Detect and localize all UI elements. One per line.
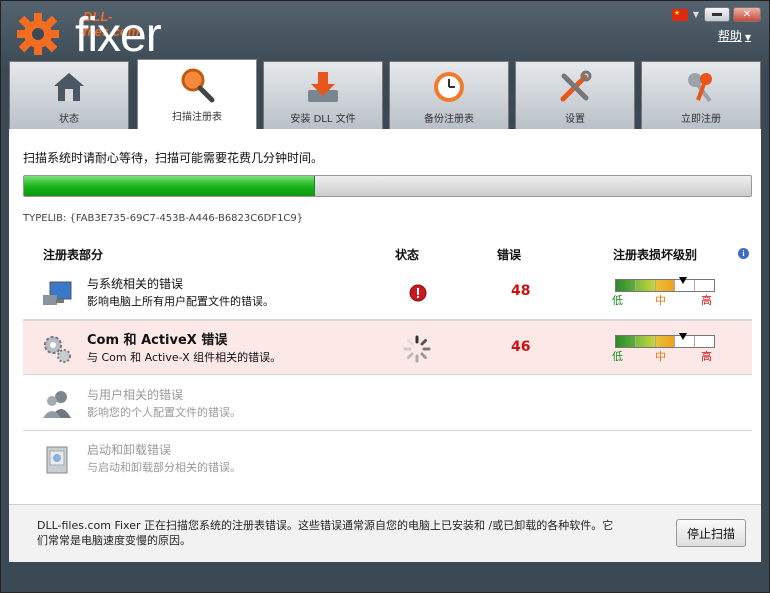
table-row-com-activex-errors[interactable]: Com 和 ActiveX 错误 与 Com 和 Active-X 组件相关的错… bbox=[23, 320, 752, 375]
tab-backup-registry[interactable]: 备份注册表 bbox=[389, 61, 509, 129]
header-section: 注册表部分 bbox=[43, 248, 104, 262]
magnifier-icon bbox=[178, 66, 216, 104]
current-scan-item: TYPELIB: {FAB3E735-69C7-453B-A446-B6823C… bbox=[23, 213, 304, 224]
table-header: 注册表部分 状态 错误 注册表损坏级别 i bbox=[23, 243, 752, 265]
tab-install-dll[interactable]: 安装 DLL 文件 bbox=[263, 61, 383, 129]
severity-meter: 低 中 高 bbox=[612, 333, 715, 363]
gear-logo-icon bbox=[17, 13, 59, 55]
scan-progress-bar bbox=[23, 175, 752, 197]
close-button[interactable]: ✕ bbox=[733, 7, 761, 22]
keys-icon bbox=[682, 68, 720, 106]
tab-label: 扫描注册表 bbox=[172, 112, 222, 123]
severity-marker bbox=[678, 277, 687, 284]
row-title: 与用户相关的错误 bbox=[87, 388, 184, 402]
tab-bar: 状态 扫描注册表 安装 DLL 文件 备份注册表 设置 立即注册 bbox=[9, 59, 761, 131]
table-row-startup-uninstall-errors[interactable]: 启动和卸载错误 与启动和卸载部分相关的错误。 bbox=[23, 431, 752, 486]
table-row-user-errors[interactable]: 与用户相关的错误 影响您的个人配置文件的错误。 bbox=[23, 376, 752, 431]
spinner-icon bbox=[403, 335, 431, 363]
label-mid: 中 bbox=[655, 350, 666, 363]
tab-label: 备份注册表 bbox=[424, 114, 474, 125]
row-description: 影响电脑上所有用户配置文件的错误。 bbox=[87, 295, 274, 308]
label-low: 低 bbox=[612, 294, 623, 307]
users-icon bbox=[43, 391, 71, 418]
tab-label: 设置 bbox=[565, 114, 585, 125]
footer-description: DLL-files.com Fixer 正在扫描您系统的注册表错误。这些错误通常… bbox=[37, 519, 614, 547]
tab-status[interactable]: 状态 bbox=[9, 61, 129, 129]
severity-marker bbox=[678, 333, 687, 340]
label-low: 低 bbox=[612, 350, 623, 363]
minimize-button[interactable] bbox=[704, 7, 730, 22]
row-description: 与 Com 和 Active-X 组件相关的错误。 bbox=[87, 351, 282, 364]
label-high: 高 bbox=[701, 294, 712, 307]
minimize-icon bbox=[712, 12, 722, 16]
gears-icon bbox=[44, 336, 71, 363]
app-window: DLL-files.com fixer ▼ ✕ 帮助▼ 状态 扫描注册表 bbox=[0, 0, 770, 593]
stop-scan-button[interactable]: 停止扫描 bbox=[676, 519, 746, 547]
row-description: 与启动和卸载部分相关的错误。 bbox=[87, 461, 241, 474]
language-flag-icon[interactable] bbox=[671, 8, 688, 21]
severity-labels: 低 中 高 bbox=[612, 292, 715, 307]
error-status-icon bbox=[409, 284, 427, 302]
severity-bar bbox=[615, 277, 715, 292]
clock-backup-icon bbox=[430, 68, 468, 106]
tab-scan-registry[interactable]: 扫描注册表 bbox=[137, 59, 257, 131]
help-label: 帮助 bbox=[717, 29, 742, 43]
tab-label: 状态 bbox=[59, 114, 79, 125]
monitor-icon bbox=[43, 281, 72, 305]
install-dll-icon bbox=[304, 68, 342, 106]
scan-panel: 扫描系统时请耐心等待，扫描可能需要花费几分钟时间。 TYPELIB: {FAB3… bbox=[9, 129, 761, 504]
error-count: 46 bbox=[511, 339, 531, 355]
table-row-system-errors[interactable]: 与系统相关的错误 影响电脑上所有用户配置文件的错误。 48 低 中 高 bbox=[23, 265, 752, 320]
scan-message: 扫描系统时请耐心等待，扫描可能需要花费几分钟时间。 bbox=[23, 151, 324, 165]
tab-label: 安装 DLL 文件 bbox=[290, 114, 356, 125]
progress-fill bbox=[24, 176, 315, 196]
row-title: Com 和 ActiveX 错误 bbox=[87, 333, 228, 348]
tab-register-now[interactable]: 立即注册 bbox=[641, 61, 761, 129]
header-status: 状态 bbox=[395, 248, 420, 262]
installer-box-icon bbox=[46, 446, 68, 474]
severity-meter: 低 中 高 bbox=[612, 277, 715, 307]
window-controls: ▼ ✕ bbox=[671, 7, 761, 22]
language-caret-icon[interactable]: ▼ bbox=[693, 10, 699, 19]
label-high: 高 bbox=[701, 350, 712, 363]
tab-settings[interactable]: 设置 bbox=[515, 61, 635, 129]
error-count: 48 bbox=[511, 283, 531, 299]
app-logo: DLL-files.com fixer bbox=[15, 7, 162, 60]
severity-labels: 低 中 高 bbox=[612, 348, 715, 363]
severity-bar bbox=[615, 333, 715, 348]
header-errors: 错误 bbox=[497, 248, 522, 262]
chevron-down-icon: ▼ bbox=[744, 33, 751, 42]
row-description: 影响您的个人配置文件的错误。 bbox=[87, 406, 241, 419]
brand-name: fixer bbox=[75, 9, 162, 62]
label-mid: 中 bbox=[655, 294, 666, 307]
tab-label: 立即注册 bbox=[681, 114, 721, 125]
home-icon bbox=[50, 68, 88, 106]
footer-bar: DLL-files.com Fixer 正在扫描您系统的注册表错误。这些错误通常… bbox=[9, 504, 761, 562]
header-severity: 注册表损坏级别 bbox=[613, 248, 698, 262]
info-icon[interactable]: i bbox=[738, 248, 749, 259]
tools-icon bbox=[556, 68, 594, 106]
row-title: 与系统相关的错误 bbox=[87, 277, 184, 291]
help-menu[interactable]: 帮助 ▼ bbox=[718, 27, 751, 44]
close-icon: ✕ bbox=[742, 8, 752, 20]
row-title: 启动和卸载错误 bbox=[87, 443, 172, 457]
